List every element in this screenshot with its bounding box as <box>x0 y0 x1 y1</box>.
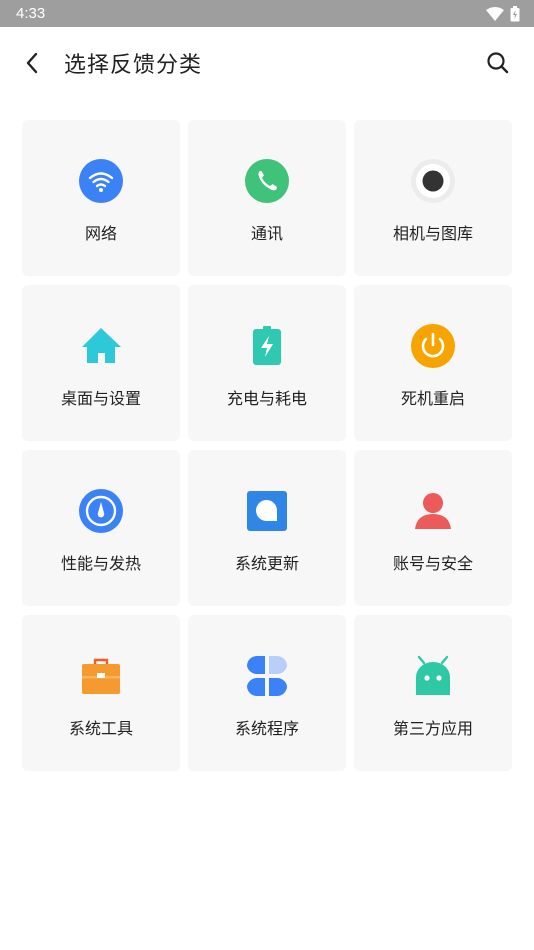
camera-icon <box>410 158 456 204</box>
user-icon <box>410 488 456 534</box>
category-tile-account-security[interactable]: 账号与安全 <box>354 450 512 606</box>
category-tile-system-programs[interactable]: 系统程序 <box>188 615 346 771</box>
chevron-left-icon <box>26 52 38 74</box>
category-grid: 网络 通讯 相机与图库 桌面与设置 充电与耗电 死机重启 性能与发热 系统更新 … <box>22 120 512 771</box>
category-label: 系统更新 <box>234 554 299 573</box>
status-time: 4:33 <box>16 5 46 22</box>
category-label: 性能与发热 <box>60 554 141 573</box>
category-tile-camera[interactable]: 相机与图库 <box>354 120 512 276</box>
category-label: 死机重启 <box>400 389 465 408</box>
header: 选择反馈分类 <box>0 27 534 99</box>
category-tile-network[interactable]: 网络 <box>22 120 180 276</box>
category-tile-performance[interactable]: 性能与发热 <box>22 450 180 606</box>
category-label: 充电与耗电 <box>226 389 307 408</box>
category-tile-system-update[interactable]: 系统更新 <box>188 450 346 606</box>
category-label: 账号与安全 <box>392 554 473 573</box>
search-button[interactable] <box>486 51 510 75</box>
apps-icon <box>244 653 290 699</box>
category-label: 网络 <box>84 224 117 243</box>
category-label: 相机与图库 <box>392 224 473 243</box>
category-tile-desktop-settings[interactable]: 桌面与设置 <box>22 285 180 441</box>
back-button[interactable] <box>20 51 44 75</box>
category-label: 通讯 <box>250 224 283 243</box>
category-label: 系统工具 <box>68 719 133 738</box>
category-label: 系统程序 <box>234 719 299 738</box>
phone-icon <box>244 158 290 204</box>
category-tile-third-party-apps[interactable]: 第三方应用 <box>354 615 512 771</box>
android-icon <box>410 653 456 699</box>
system-update-icon <box>244 488 290 534</box>
home-icon <box>78 323 124 369</box>
category-tile-communication[interactable]: 通讯 <box>188 120 346 276</box>
wifi-signal-icon <box>486 6 504 21</box>
status-bar: 4:33 <box>0 0 534 27</box>
toolbox-icon <box>78 653 124 699</box>
status-icons <box>486 5 520 22</box>
category-label: 第三方应用 <box>392 719 473 738</box>
page-title: 选择反馈分类 <box>64 53 203 78</box>
category-label: 桌面与设置 <box>60 389 141 408</box>
battery-icon <box>510 5 520 21</box>
power-icon <box>410 323 456 369</box>
wifi-icon <box>78 158 124 204</box>
category-tile-crash-restart[interactable]: 死机重启 <box>354 285 512 441</box>
battery-charging-icon <box>244 323 290 369</box>
category-tile-charging[interactable]: 充电与耗电 <box>188 285 346 441</box>
search-icon <box>487 52 509 74</box>
category-tile-system-tools[interactable]: 系统工具 <box>22 615 180 771</box>
gauge-icon <box>78 488 124 534</box>
